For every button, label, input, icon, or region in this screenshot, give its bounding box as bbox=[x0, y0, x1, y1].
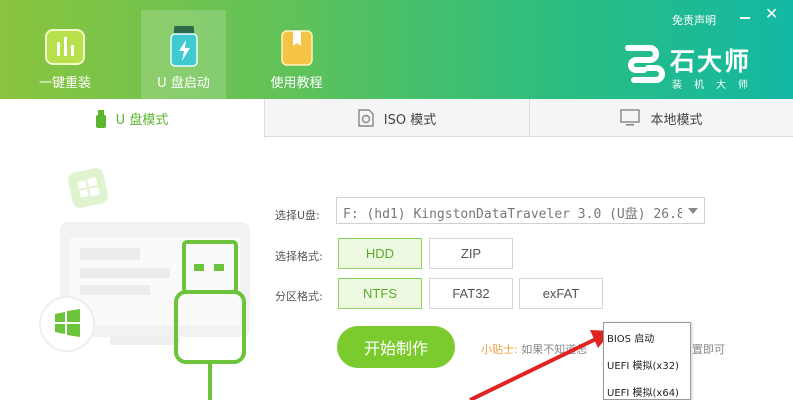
usb-flash-icon bbox=[169, 26, 198, 67]
menu-item-uefi-x64[interactable]: UEFI 模拟(x64) bbox=[604, 384, 690, 399]
monitor-icon bbox=[620, 109, 641, 126]
format-label: 选择格式: bbox=[275, 250, 323, 263]
minimize-icon[interactable] bbox=[738, 8, 752, 22]
disk-label: 选择U盘: bbox=[275, 209, 320, 222]
disk-select-value: F: (hd1) KingstonDataTraveler 3.0 (U盘) 2… bbox=[343, 207, 685, 222]
windows-badge-icon bbox=[68, 168, 108, 208]
tip-body: 如果不知道怎 bbox=[521, 343, 588, 356]
mode-tabs: U 盘模式 ISO 模式 本地模式 bbox=[0, 99, 793, 138]
nav-label: 一键重装 bbox=[38, 76, 91, 91]
app-header: 一键重装 U 盘启动 使用教程 免责声明 ✕ 石大师 装机大师 bbox=[0, 0, 793, 99]
tip-lead: 小贴士: bbox=[481, 343, 518, 356]
disk-select[interactable]: F: (hd1) KingstonDataTraveler 3.0 (U盘) 2… bbox=[336, 197, 705, 224]
nav-label: U 盘启动 bbox=[157, 76, 210, 91]
disclaimer-link[interactable]: 免责声明 bbox=[672, 12, 716, 28]
tip-tail: 置即可 bbox=[692, 343, 725, 356]
nav-one-click-reinstall[interactable]: 一键重装 bbox=[25, 10, 105, 99]
tab-label: ISO 模式 bbox=[383, 112, 437, 128]
nav-tutorial[interactable]: 使用教程 bbox=[254, 10, 339, 99]
partition-exfat-button[interactable]: exFAT bbox=[519, 278, 603, 309]
partition-label: 分区格式: bbox=[275, 290, 323, 303]
start-button[interactable]: 开始制作 bbox=[337, 326, 455, 368]
nav-label: 使用教程 bbox=[270, 76, 323, 91]
partition-ntfs-button[interactable]: NTFS bbox=[338, 278, 422, 309]
tab-iso-mode[interactable]: ISO 模式 bbox=[265, 99, 530, 137]
brand-logo-icon bbox=[625, 45, 665, 83]
chevron-down-icon[interactable] bbox=[682, 198, 704, 223]
chart-icon bbox=[45, 29, 85, 65]
windows-logo-icon bbox=[39, 296, 95, 352]
format-zip-button[interactable]: ZIP bbox=[429, 238, 513, 269]
partition-fat32-button[interactable]: FAT32 bbox=[429, 278, 513, 309]
nav-usb-boot[interactable]: U 盘启动 bbox=[141, 10, 226, 99]
menu-item-uefi-x32[interactable]: UEFI 模拟(x32) bbox=[604, 357, 690, 372]
brand-subtitle: 装机大师 bbox=[672, 80, 760, 91]
menu-item-bios[interactable]: BIOS 启动 bbox=[604, 330, 690, 345]
boot-mode-menu: BIOS 启动 UEFI 模拟(x32) UEFI 模拟(x64) bbox=[603, 322, 691, 400]
brand-name: 石大师 bbox=[670, 47, 752, 76]
usb-illustration bbox=[39, 168, 250, 400]
tab-usb-mode[interactable]: U 盘模式 bbox=[0, 99, 265, 138]
format-hdd-button[interactable]: HDD bbox=[338, 238, 422, 269]
book-icon bbox=[280, 30, 313, 66]
tab-label: 本地模式 bbox=[650, 112, 703, 128]
usb-icon bbox=[95, 109, 106, 128]
tip-text: 小贴士: 如果不知道怎 bbox=[481, 341, 587, 357]
tab-label: U 盘模式 bbox=[115, 113, 169, 128]
tab-local-mode[interactable]: 本地模式 bbox=[530, 99, 793, 137]
iso-file-icon bbox=[358, 109, 374, 127]
close-icon[interactable]: ✕ bbox=[765, 6, 778, 22]
